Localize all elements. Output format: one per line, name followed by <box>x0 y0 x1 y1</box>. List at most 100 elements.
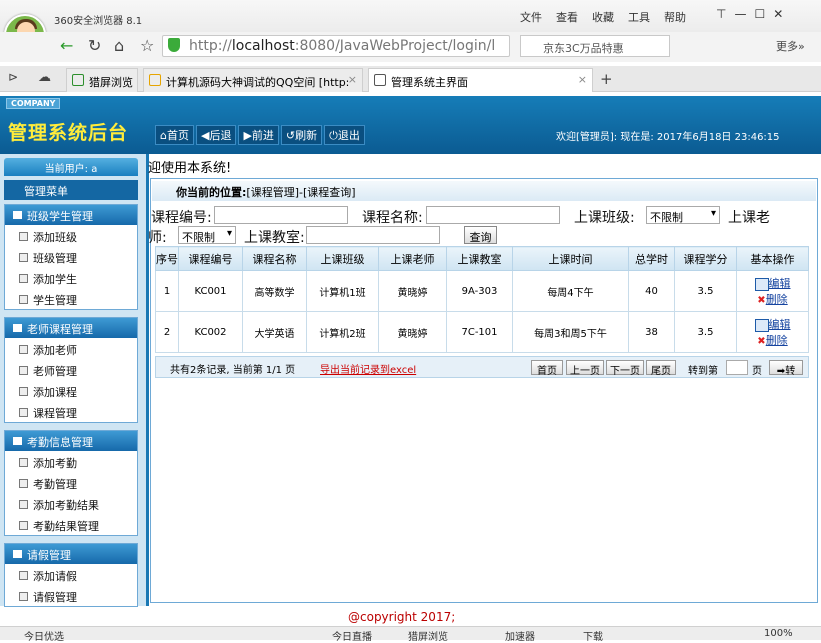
group-header[interactable]: 班级学生管理 <box>5 205 137 225</box>
sidebar-item-add-teacher[interactable]: 添加老师 <box>5 338 137 359</box>
sidebar-item-course-manage[interactable]: 课程管理 <box>5 401 137 422</box>
status-download[interactable]: 下载 <box>583 628 603 643</box>
nav-back-button[interactable]: ◀后退 <box>195 125 237 145</box>
nav-forward-button[interactable]: ▶前进 <box>238 125 279 145</box>
close-icon[interactable]: × <box>348 73 357 86</box>
new-tab-icon[interactable]: + <box>600 70 613 88</box>
nav-refresh-button[interactable]: ↺刷新 <box>280 125 323 145</box>
back-icon[interactable]: ← <box>60 36 73 55</box>
status-left[interactable]: 今日优选 <box>24 628 64 643</box>
nav-home-button[interactable]: ⌂首页 <box>155 125 194 145</box>
export-excel-link[interactable]: 导出当前记录到excel <box>320 361 416 376</box>
group-header[interactable]: 考勤信息管理 <box>5 431 137 451</box>
menu-view[interactable]: 查看 <box>556 9 578 25</box>
sidebar-item-add-class[interactable]: 添加班级 <box>5 225 137 246</box>
star-icon[interactable]: ☆ <box>140 36 154 55</box>
group-class-student: 班级学生管理 添加班级 班级管理 添加学生 学生管理 <box>4 204 138 310</box>
sidebar-item-attendance-result-manage[interactable]: 考勤结果管理 <box>5 514 137 535</box>
query-button[interactable]: 查询 <box>464 226 497 244</box>
menu-file[interactable]: 文件 <box>520 9 542 25</box>
cell-credit: 3.5 <box>674 270 737 312</box>
pager-info: 共有2条记录, 当前第 1/1 页 <box>170 365 296 376</box>
first-page-button[interactable]: 首页 <box>531 360 563 377</box>
sidebar-item-add-attendance[interactable]: 添加考勤 <box>5 451 137 472</box>
class-select[interactable]: 不限制 <box>646 206 720 224</box>
menu-favorites[interactable]: 收藏 <box>592 9 614 25</box>
course-name-label: 课程名称: <box>362 210 423 226</box>
course-no-label: 课程编号: <box>151 210 212 226</box>
status-live[interactable]: 今日直播 <box>332 628 372 643</box>
menu-tools[interactable]: 工具 <box>628 9 650 25</box>
room-label: 上课教室: <box>244 230 305 246</box>
tab-icon <box>149 74 161 86</box>
goto-label: 转到第 <box>688 366 718 377</box>
edit-link[interactable]: 编辑 <box>769 318 791 331</box>
teacher-select[interactable]: 不限制 <box>178 226 236 244</box>
cell-course-no: KC002 <box>178 311 243 353</box>
table-row: 1 KC001 高等数学 计算机1班 黄晓婷 9A-303 每周4下午 40 3… <box>155 270 809 312</box>
more-menu[interactable]: 更多» <box>776 38 805 54</box>
edit-link[interactable]: 编辑 <box>769 277 791 290</box>
cell-course-name: 高等数学 <box>242 270 307 312</box>
sidebar-item-add-course[interactable]: 添加课程 <box>5 380 137 401</box>
url-input[interactable]: http://localhost:8080/JavaWebProject/log… <box>162 35 510 57</box>
status-accelerator[interactable]: 加速器 <box>505 628 535 643</box>
sidebar-item-add-leave[interactable]: 添加请假 <box>5 564 137 585</box>
prev-page-button[interactable]: 上一页 <box>566 360 604 377</box>
sidebar-item-add-attendance-result[interactable]: 添加考勤结果 <box>5 493 137 514</box>
course-no-input[interactable] <box>214 206 348 224</box>
tab-screen[interactable]: 猎屏浏览 <box>66 68 138 92</box>
group-header[interactable]: 老师课程管理 <box>5 318 137 338</box>
browser-statusbar: 今日优选 今日直播 猎屏浏览 加速器 下载 100% <box>0 626 821 643</box>
close-icon[interactable]: × <box>578 73 587 86</box>
room-input[interactable] <box>306 226 440 244</box>
teacher-label: 上课老 <box>728 210 770 226</box>
home-icon[interactable]: ⌂ <box>114 36 124 55</box>
maximize-icon[interactable]: ☐ <box>754 7 765 21</box>
class-label: 上课班级: <box>574 210 635 226</box>
tab-icon <box>374 74 386 86</box>
status-screen[interactable]: 猎屏浏览 <box>408 628 448 643</box>
menu-title: 管理菜单 <box>4 180 138 200</box>
sidebar-item-leave-manage[interactable]: 请假管理 <box>5 585 137 606</box>
next-page-button[interactable]: 下一页 <box>606 360 644 377</box>
nav-logout-button[interactable]: ⏻退出 <box>324 125 365 145</box>
last-page-button[interactable]: 尾页 <box>646 360 676 377</box>
sidebar-item-class-manage[interactable]: 班级管理 <box>5 246 137 267</box>
col-credit: 课程学分 <box>674 246 737 271</box>
browser-title: 360安全浏览器 8.1 <box>54 16 143 27</box>
group-header[interactable]: 请假管理 <box>5 544 137 564</box>
cloud-icon[interactable]: ☁ <box>38 70 51 85</box>
menu-help[interactable]: 帮助 <box>664 9 686 25</box>
delete-link[interactable]: 删除 <box>766 293 788 306</box>
sidebar-item-teacher-manage[interactable]: 老师管理 <box>5 359 137 380</box>
go-button[interactable]: ➡转 <box>769 360 803 377</box>
col-actions: 基本操作 <box>736 246 809 271</box>
copyright: @copyright 2017; <box>348 610 456 624</box>
delete-link[interactable]: 删除 <box>766 334 788 347</box>
tab-main[interactable]: 管理系统主界面 × <box>368 68 593 92</box>
zoom-level[interactable]: 100% <box>764 628 793 639</box>
close-icon[interactable]: ✕ <box>773 7 783 21</box>
current-user: 当前用户: a <box>4 158 138 176</box>
sidebar-item-add-student[interactable]: 添加学生 <box>5 267 137 288</box>
cell-index: 1 <box>155 270 179 312</box>
tab-qzone[interactable]: 计算机源码大神调试的QQ空间 [http: × <box>143 68 363 92</box>
breadcrumb: 你当前的位置:[课程管理]-[课程查询] <box>152 181 816 201</box>
pin-icon[interactable]: ⊤ <box>716 7 726 21</box>
course-name-input[interactable] <box>426 206 560 224</box>
minimize-icon[interactable]: — <box>734 7 746 21</box>
page-number-input[interactable] <box>726 360 748 375</box>
cell-class: 计算机1班 <box>306 270 379 312</box>
group-teacher-course: 老师课程管理 添加老师 老师管理 添加课程 课程管理 <box>4 317 138 423</box>
reload-icon[interactable]: ↻ <box>88 36 101 55</box>
cell-hours: 38 <box>628 311 675 353</box>
col-time: 上课时间 <box>512 246 629 271</box>
company-logo: COMPANY <box>6 98 61 109</box>
sidebar-item-attendance-manage[interactable]: 考勤管理 <box>5 472 137 493</box>
top-nav: ⌂首页 ◀后退 ▶前进 ↺刷新 ⏻退出 <box>155 125 365 145</box>
search-input[interactable]: 京东3C万品特惠 <box>520 35 670 57</box>
sidebar-toggle-icon[interactable]: ⊳ <box>8 70 18 84</box>
sidebar-item-student-manage[interactable]: 学生管理 <box>5 288 137 309</box>
cell-time: 每周3和周5下午 <box>512 311 629 353</box>
